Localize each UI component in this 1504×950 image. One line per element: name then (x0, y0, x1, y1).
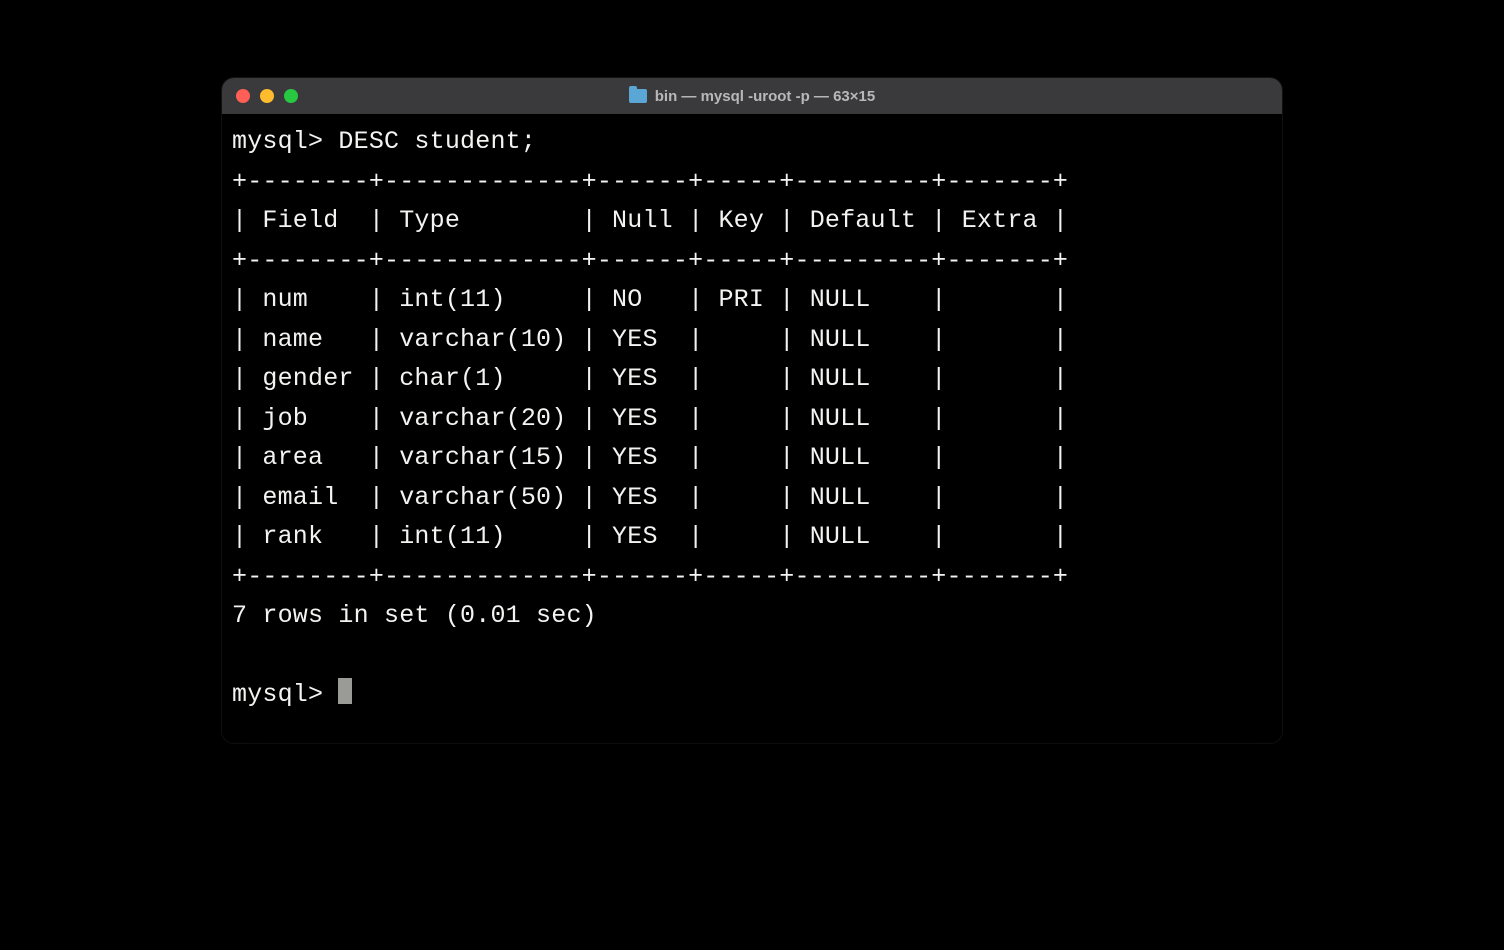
traffic-lights (236, 89, 298, 103)
cursor-icon (338, 678, 352, 704)
prompt: mysql> (232, 680, 338, 709)
table-row: | gender | char(1) | YES | | NULL | | (232, 364, 1068, 393)
table-row: | num | int(11) | NO | PRI | NULL | | (232, 285, 1068, 314)
table-row: | job | varchar(20) | YES | | NULL | | (232, 404, 1068, 433)
window-title: bin — mysql -uroot -p — 63×15 (222, 88, 1282, 105)
table-header: | Field | Type | Null | Key | Default | … (232, 206, 1068, 235)
table-row: | email | varchar(50) | YES | | NULL | | (232, 483, 1068, 512)
table-row: | area | varchar(15) | YES | | NULL | | (232, 443, 1068, 472)
terminal-body[interactable]: mysql> DESC student; +--------+---------… (222, 114, 1282, 743)
terminal-window: bin — mysql -uroot -p — 63×15 mysql> DES… (222, 78, 1282, 743)
window-title-text: bin — mysql -uroot -p — 63×15 (655, 88, 875, 105)
table-border: +--------+-------------+------+-----+---… (232, 562, 1068, 591)
table-border: +--------+-------------+------+-----+---… (232, 167, 1068, 196)
folder-icon (629, 89, 647, 103)
table-row: | name | varchar(10) | YES | | NULL | | (232, 325, 1068, 354)
command-text: DESC student; (338, 127, 536, 156)
prompt: mysql> (232, 127, 338, 156)
close-icon[interactable] (236, 89, 250, 103)
maximize-icon[interactable] (284, 89, 298, 103)
titlebar[interactable]: bin — mysql -uroot -p — 63×15 (222, 78, 1282, 114)
summary-text: 7 rows in set (0.01 sec) (232, 601, 597, 630)
table-row: | rank | int(11) | YES | | NULL | | (232, 522, 1068, 551)
table-border: +--------+-------------+------+-----+---… (232, 246, 1068, 275)
minimize-icon[interactable] (260, 89, 274, 103)
